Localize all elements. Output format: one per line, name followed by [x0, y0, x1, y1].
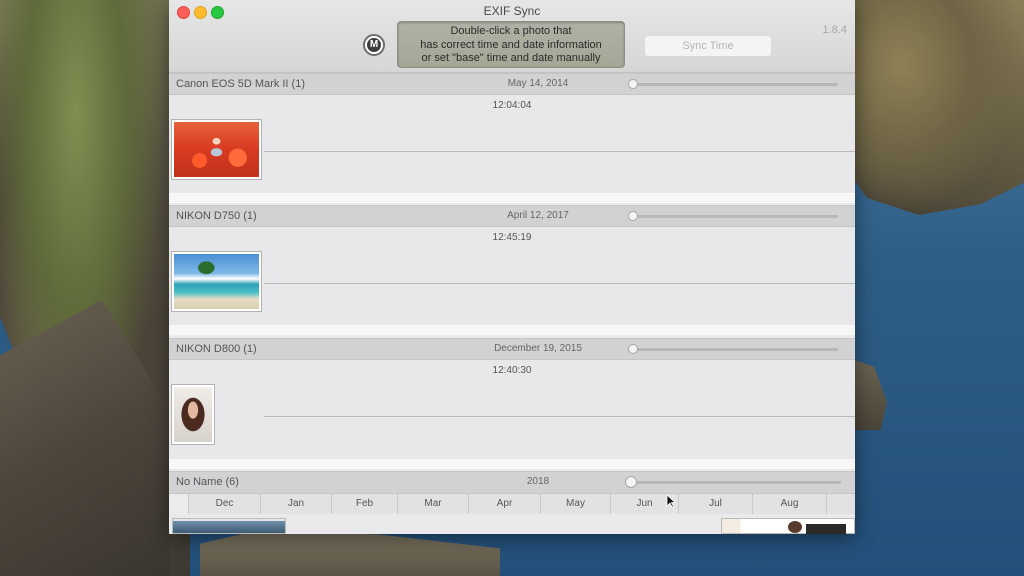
- photo-thumbnail[interactable]: [171, 119, 262, 180]
- section-separator: [169, 193, 855, 203]
- instructions-line-2: has correct time and date information: [420, 38, 602, 51]
- instructions-line-3: or set "base" time and date manually: [421, 52, 601, 64]
- instructions-line-1: Double-click a photo that: [450, 25, 572, 37]
- camera-header: Canon EOS 5D Mark II (1) May 14, 2014: [169, 73, 855, 95]
- timeline-slider-track[interactable]: [632, 215, 838, 218]
- camera-name: Canon EOS 5D Mark II (1): [176, 78, 305, 90]
- month-label: May: [540, 494, 610, 514]
- camera-header: No Name (6) 2018: [169, 471, 855, 494]
- version-label: 1.8.4: [822, 24, 847, 36]
- month-label: Jul: [678, 494, 752, 514]
- right-cliff: [849, 0, 1024, 215]
- title-bar: EXIF Sync 1.8.4 M Double-click a photo t…: [169, 0, 855, 73]
- camera-date: May 14, 2014: [507, 78, 569, 89]
- month-label: Apr: [468, 494, 540, 514]
- camera-date: April 12, 2017: [507, 210, 569, 221]
- month-label: Mar: [397, 494, 468, 514]
- month-label: Aug: [752, 494, 826, 514]
- camera-header: NIKON D800 (1) December 19, 2015: [169, 338, 855, 360]
- timeline-line: [264, 416, 855, 417]
- timeline-slider-track[interactable]: [632, 83, 838, 86]
- month-label: Jan: [260, 494, 331, 514]
- camera-timeline: 12:40:30: [169, 360, 855, 459]
- month-label: Dec: [188, 494, 260, 514]
- camera-name: NIKON D750 (1): [176, 210, 257, 222]
- sync-time-button[interactable]: Sync Time: [644, 35, 772, 57]
- timeline-slider-track[interactable]: [635, 481, 841, 484]
- mode-button[interactable]: M: [363, 34, 385, 56]
- timeline-slider-knob[interactable]: [628, 344, 638, 354]
- camera-name: NIKON D800 (1): [176, 343, 257, 355]
- camera-time: 12:40:30: [492, 365, 532, 376]
- photo-thumbnail[interactable]: [171, 251, 262, 312]
- month-label: Feb: [331, 494, 397, 514]
- timeline-line: [264, 151, 855, 152]
- camera-header: NIKON D750 (1) April 12, 2017: [169, 205, 855, 227]
- section-separator: [169, 325, 855, 335]
- timeline-slider-knob[interactable]: [625, 476, 637, 488]
- timeline-slider-track[interactable]: [632, 348, 838, 351]
- camera-time: 12:04:04: [492, 100, 532, 111]
- woman-portrait-photo: [174, 387, 212, 442]
- photo-thumbnail[interactable]: [171, 384, 215, 445]
- camera-name: No Name (6): [176, 476, 239, 488]
- photo-thumbnail[interactable]: [172, 518, 286, 534]
- camera-time: 12:45:19: [492, 232, 532, 243]
- red-poppy-field-photo: [174, 122, 259, 177]
- timeline-slider-knob[interactable]: [628, 211, 638, 221]
- exif-sync-window: EXIF Sync 1.8.4 M Double-click a photo t…: [169, 0, 855, 534]
- camera-timeline: 12:45:19: [169, 227, 855, 325]
- timeline-slider-knob[interactable]: [628, 79, 638, 89]
- month-label: [826, 494, 855, 514]
- camera-date: December 19, 2015: [494, 343, 582, 354]
- section-separator: [169, 459, 855, 469]
- camera-date: 2018: [526, 476, 550, 487]
- tropical-beach-photo: [174, 254, 259, 309]
- photo-thumbnail[interactable]: [721, 518, 855, 534]
- window-title: EXIF Sync: [483, 4, 541, 18]
- month-ruler: Dec Jan Feb Mar Apr May Jun Jul Aug: [188, 494, 855, 515]
- timeline-line: [264, 283, 855, 284]
- camera-timeline: 12:04:04: [169, 95, 855, 193]
- mouse-cursor-icon: [666, 494, 676, 508]
- instructions-panel: Double-click a photo that has correct ti…: [397, 21, 625, 68]
- mode-button-label: M: [367, 38, 381, 52]
